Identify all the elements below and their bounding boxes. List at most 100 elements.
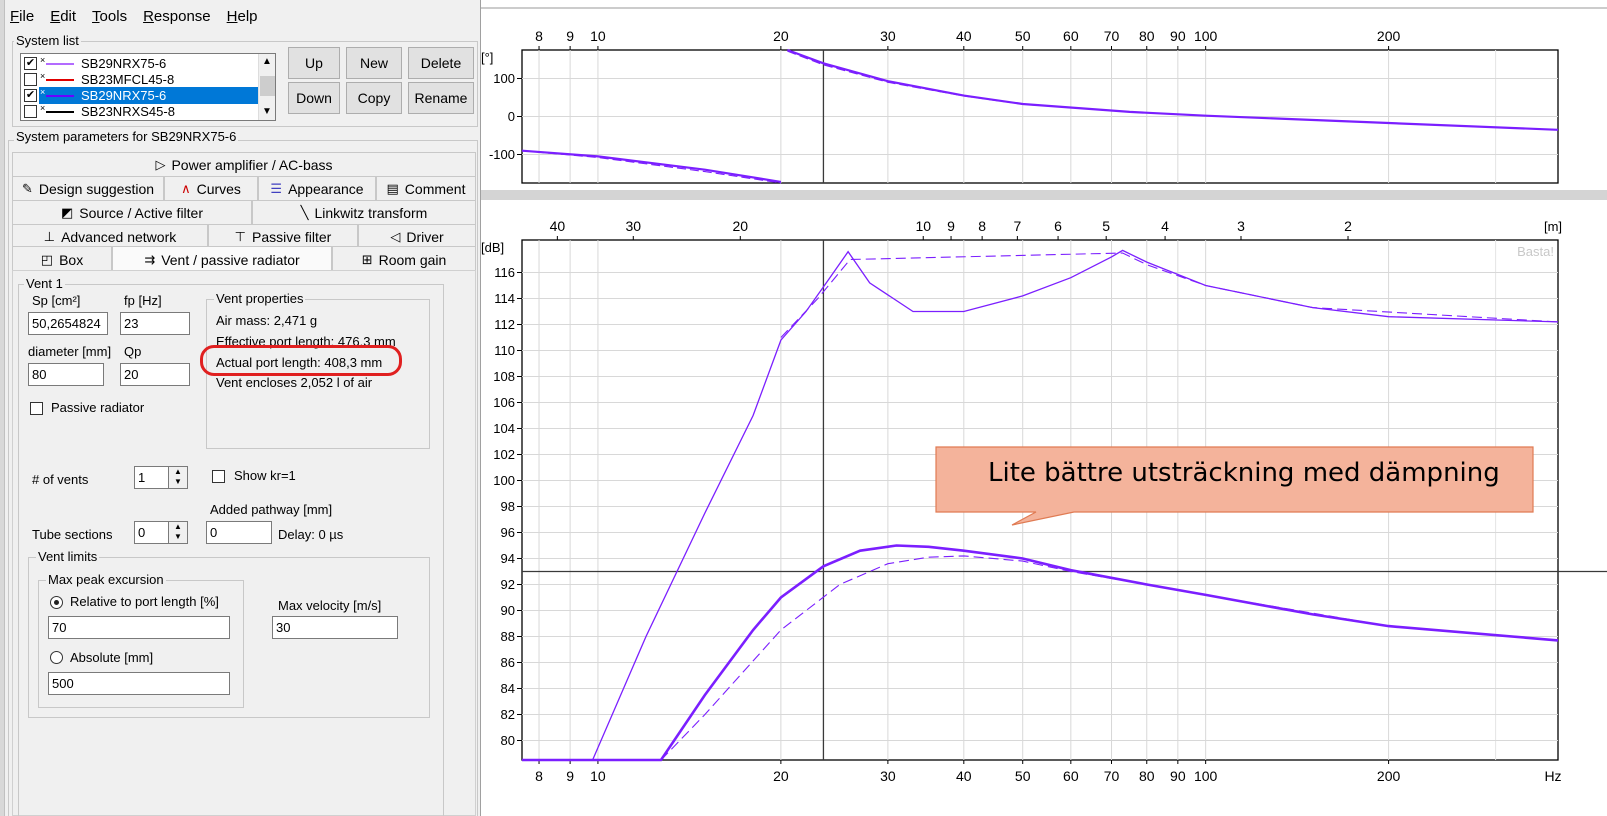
y-tick-label: 82 — [501, 707, 515, 722]
x-tick-label-top: 8 — [535, 28, 543, 44]
system-list-item-selected[interactable]: ✔ × SB29NRX75-6 — [21, 87, 259, 104]
added-pathway-label: Added pathway [mm] — [210, 502, 333, 517]
system-checkbox[interactable]: ✔ — [24, 89, 37, 102]
system-list-label: System list — [14, 33, 81, 48]
tab-comment[interactable]: ▤ Comment — [376, 176, 476, 200]
menu-help[interactable]: Help — [227, 8, 258, 30]
copy-button[interactable]: Copy — [346, 82, 402, 114]
wavelength-tick-label: 10 — [915, 218, 931, 234]
menu-bar: File Edit Tools Response Help — [10, 8, 258, 30]
x-tick-label-bottom: 50 — [1015, 768, 1031, 784]
tab-passive-filter[interactable]: ⊤ Passive filter — [208, 224, 358, 248]
tab-design-suggestion[interactable]: ✎ Design suggestion — [12, 176, 164, 200]
wavelength-tick-label: 20 — [733, 218, 749, 234]
rename-button[interactable]: Rename — [408, 82, 474, 114]
system-list-item[interactable]: × SB23MFCL45-8 — [21, 71, 259, 88]
tube-sections-spinner[interactable]: ▲ ▼ — [168, 521, 188, 544]
vent-1-label: Vent 1 — [24, 276, 65, 291]
room-icon: ⊞ — [361, 251, 373, 267]
y-tick-label: 96 — [501, 525, 515, 540]
menu-response[interactable]: Response — [143, 8, 211, 30]
curve-color-swatch — [46, 111, 74, 113]
absolute-label: Absolute [mm] — [70, 650, 154, 665]
y-tick-label: 114 — [494, 291, 515, 306]
tab-row-5: ◰ Box ⇉ Vent / passive radiator ⊞ Room gain — [12, 246, 476, 272]
callout-text: Lite bättre utsträckning med dämpning — [988, 458, 1500, 488]
list-scrollbar[interactable]: ▲ ▼ — [258, 54, 275, 120]
max-velocity-label: Max velocity [m/s] — [278, 598, 382, 613]
relative-input[interactable]: 70 — [48, 616, 230, 639]
new-button[interactable]: New — [346, 47, 402, 79]
x-tick-label-top: 200 — [1377, 28, 1401, 44]
wavelength-unit-label: [m] — [1544, 219, 1562, 234]
tab-room-gain[interactable]: ⊞ Room gain — [332, 246, 476, 272]
system-listbox[interactable]: ✔ × SB29NRX75-6 × SB23MFCL45-8 ✔ × SB29NRX75-… — [20, 53, 276, 121]
qp-label: Qp — [124, 344, 142, 359]
down-button[interactable]: Down — [288, 82, 340, 114]
y-tick-label: 88 — [501, 629, 515, 644]
tab-source-active-filter[interactable]: ◩ Source / Active filter — [12, 200, 252, 224]
absolute-radio[interactable] — [50, 651, 63, 664]
tab-row-4: ⊥ Advanced network ⊤ Passive filter ◁ Drive… — [12, 224, 476, 248]
up-button[interactable]: Up — [288, 47, 340, 79]
y-tick-label: 86 — [501, 655, 515, 670]
scroll-thumb[interactable] — [260, 76, 275, 96]
x-tick-label-top: 9 — [566, 28, 574, 44]
num-vents-input[interactable]: 1 — [134, 466, 170, 489]
x-tick-label-bottom: 60 — [1063, 768, 1079, 784]
wavelength-tick-label: 3 — [1237, 218, 1245, 234]
tab-linkwitz-transform[interactable]: ╲ Linkwitz transform — [252, 200, 476, 224]
charts-svg: 100 0 -100 [°] 8 9 10 20 30 40 50 60 70 80 90 100 200 80 8… — [481, 0, 1607, 816]
max-velocity-input[interactable]: 30 — [272, 616, 398, 639]
x-tick-label-bottom: 40 — [956, 768, 972, 784]
x-tick-label-bottom: 70 — [1104, 768, 1120, 784]
y-axis-label: [°] — [481, 50, 493, 65]
delete-button[interactable]: Delete — [408, 47, 474, 79]
absolute-input[interactable]: 500 — [48, 672, 230, 695]
fp-input[interactable]: 23 — [120, 312, 190, 335]
y-tick-label: 100 — [493, 71, 515, 86]
x-tick-label-top: 50 — [1015, 28, 1031, 44]
menu-file[interactable]: File — [10, 8, 34, 30]
tab-driver[interactable]: ◁ Driver — [358, 224, 476, 248]
added-pathway-input[interactable]: 0 — [206, 521, 272, 544]
system-list-item[interactable]: ✔ × SB29NRX75-6 — [21, 55, 259, 72]
tab-box[interactable]: ◰ Box — [12, 246, 112, 272]
speaker-icon: ◁ — [390, 228, 401, 244]
curve-color-swatch — [46, 63, 74, 65]
show-kr-checkbox[interactable] — [212, 470, 225, 483]
window-edge — [0, 0, 5, 816]
system-checkbox[interactable] — [24, 73, 37, 86]
watermark-text: Basta! — [1517, 244, 1554, 259]
menu-edit[interactable]: Edit — [50, 8, 76, 30]
system-checkbox[interactable] — [24, 105, 37, 118]
x-unit-label: Hz — [1544, 768, 1561, 784]
chart-1-group: 100 0 -100 — [489, 46, 1559, 184]
system-list-item[interactable]: × SB23NRXS45-8 — [21, 103, 259, 120]
x-tick-label-top: 80 — [1139, 28, 1155, 44]
y-tick-label: 110 — [494, 343, 515, 358]
tube-sections-input[interactable]: 0 — [134, 521, 170, 544]
relative-radio[interactable] — [50, 596, 63, 609]
filter-icon: ⊤ — [234, 228, 246, 244]
sp-input[interactable]: 50,2654824 — [28, 312, 108, 335]
num-vents-spinner[interactable]: ▲ ▼ — [168, 466, 188, 489]
scroll-up-icon[interactable]: ▲ — [262, 56, 272, 67]
diameter-label: diameter [mm] — [28, 344, 112, 359]
tab-appearance[interactable]: ☰ Appearance — [258, 176, 376, 200]
passive-radiator-checkbox[interactable] — [30, 402, 43, 415]
y-tick-label: 108 — [493, 369, 515, 384]
menu-tools[interactable]: Tools — [92, 8, 127, 30]
tab-curves[interactable]: ∧ Curves — [164, 176, 258, 200]
scroll-down-icon[interactable]: ▼ — [262, 106, 272, 117]
system-checkbox[interactable]: ✔ — [24, 57, 37, 70]
curve-color-swatch — [46, 79, 74, 81]
box-icon: ◰ — [40, 251, 54, 267]
tab-power-amplifier[interactable]: ▷ Power amplifier / AC-bass — [12, 152, 476, 176]
qp-input[interactable]: 20 — [120, 363, 190, 386]
tab-advanced-network[interactable]: ⊥ Advanced network — [12, 224, 208, 248]
curves-icon: ∧ — [181, 180, 191, 196]
diameter-input[interactable]: 80 — [28, 363, 104, 386]
num-vents-label: # of vents — [32, 472, 89, 487]
tab-vent-passive-radiator[interactable]: ⇉ Vent / passive radiator — [112, 246, 332, 272]
